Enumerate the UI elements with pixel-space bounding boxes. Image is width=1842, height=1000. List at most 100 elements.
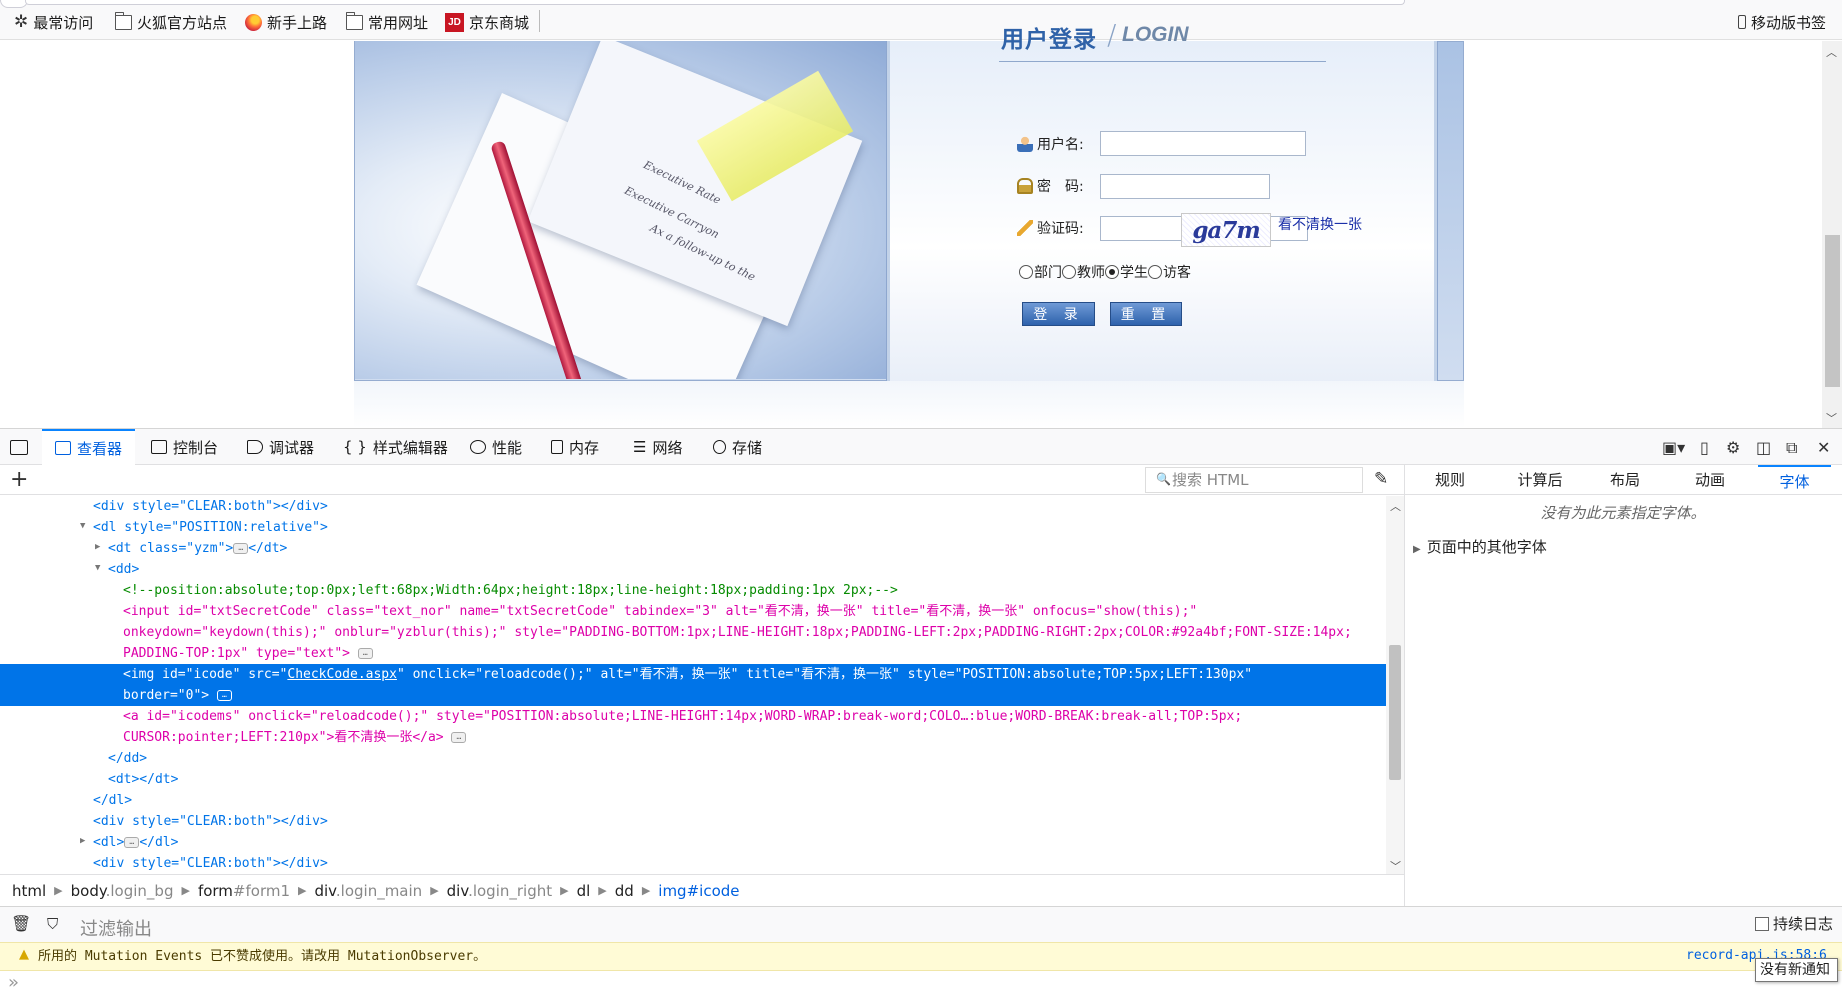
tab-storage[interactable]: 存储 <box>713 429 762 465</box>
filter-icon[interactable]: ⛉ <box>47 915 58 933</box>
bookmark-label: 常用网址 <box>368 13 429 32</box>
radio-button[interactable] <box>1062 265 1076 279</box>
markup-line[interactable]: <dt></dt> <box>0 769 1386 790</box>
breadcrumb-item[interactable]: dd <box>615 882 634 900</box>
tab-inspector[interactable]: 查看器 <box>42 429 136 465</box>
breadcrumb-item[interactable]: div.login_right <box>447 882 552 900</box>
reset-button[interactable]: 重 置 <box>1110 302 1182 326</box>
url-bar-edge[interactable] <box>25 0 1405 5</box>
mobile-bookmarks[interactable]: 移动版书签 <box>1738 12 1826 32</box>
folder-icon <box>114 11 132 30</box>
frame-select-icon[interactable]: ▣▾ <box>1662 438 1685 457</box>
bookmark-jd[interactable]: JD 京东商城 <box>445 12 529 32</box>
refresh-captcha-link[interactable]: 看不清换一张 <box>1278 214 1362 234</box>
breadcrumb-item[interactable]: dl <box>577 882 591 900</box>
element-picker-button[interactable] <box>10 429 28 465</box>
src-link[interactable]: CheckCode.aspx <box>287 667 397 682</box>
scroll-down-icon[interactable]: ﹀ <box>1390 858 1401 874</box>
collapsed-triangle-icon[interactable]: ▶ <box>80 836 85 846</box>
password-input[interactable] <box>1100 174 1270 199</box>
breadcrumb-item-current[interactable]: img#icode <box>658 882 739 900</box>
tab-console[interactable]: 控制台 <box>151 429 218 465</box>
collapsed-triangle-icon[interactable]: ▶ <box>95 542 100 552</box>
tab-rules[interactable]: 规则 <box>1415 465 1485 495</box>
tab-debugger[interactable]: 调试器 <box>247 429 314 465</box>
other-fonts-toggle[interactable]: ▶ 页面中的其他字体 <box>1413 536 1547 557</box>
add-node-icon[interactable]: + <box>10 467 28 492</box>
tab-style-editor[interactable]: { } 样式编辑器 <box>343 429 448 465</box>
radio-button-selected[interactable] <box>1105 265 1119 279</box>
markup-scrollbar-thumb[interactable] <box>1389 645 1401 780</box>
trash-icon[interactable]: 🗑 <box>11 914 31 933</box>
settings-gear-icon[interactable]: ⚙ <box>1726 438 1740 457</box>
persist-logs-checkbox[interactable]: 持续日志 <box>1755 913 1833 934</box>
tab-layout[interactable]: 布局 <box>1590 465 1660 495</box>
markup-comment[interactable]: <!--position:absolute;top:0px;left:68px;… <box>0 580 1386 601</box>
event-badge[interactable]: … <box>357 648 373 659</box>
login-button[interactable]: 登 录 <box>1022 302 1095 326</box>
role-option[interactable]: 部门 <box>1019 262 1062 282</box>
markup-line[interactable]: <a id="icodems" onclick="reloadcode();" … <box>0 706 1386 727</box>
tab-memory[interactable]: 内存 <box>551 429 599 465</box>
markup-line[interactable]: </dd> <box>0 748 1386 769</box>
markup-line[interactable]: PADDING-TOP:1px" type="text"> … <box>0 643 1386 664</box>
markup-line[interactable]: <div style="CLEAR:both"></div> <box>0 811 1386 832</box>
markup-line[interactable]: <div style="CLEAR:both"></div> <box>0 853 1386 874</box>
tab-network[interactable]: ☰ 网络 <box>633 429 682 465</box>
bookmark-getting-started[interactable]: 新手上路 <box>245 12 327 32</box>
title-underline <box>999 61 1326 62</box>
captcha-image[interactable]: ga7m <box>1181 213 1271 247</box>
memory-icon <box>551 440 563 454</box>
breadcrumb-item[interactable]: div.login_main <box>314 882 422 900</box>
markup-line[interactable]: <div style="CLEAR:both"></div> <box>0 496 1386 517</box>
bookmark-firefox-sites[interactable]: 火狐官方站点 <box>114 11 227 32</box>
back-button-edge[interactable] <box>0 0 28 8</box>
scroll-down-icon[interactable]: ﹀ <box>1826 410 1837 426</box>
markup-line-selected[interactable]: border="0"> … <box>0 685 1386 706</box>
markup-line[interactable]: <dd> <box>0 559 1386 580</box>
filter-output-input[interactable]: 过滤输出 <box>80 915 152 941</box>
tab-animations[interactable]: 动画 <box>1675 465 1745 495</box>
role-option[interactable]: 学生 <box>1105 262 1148 282</box>
close-icon[interactable]: ✕ <box>1817 438 1830 457</box>
scroll-up-icon[interactable]: ︿ <box>1390 498 1401 514</box>
role-option[interactable]: 教师 <box>1062 262 1105 282</box>
bookmark-common-sites[interactable]: 常用网址 <box>345 11 429 32</box>
bookmark-most-visited[interactable]: ✲ 最常访问 <box>14 12 93 32</box>
radio-button[interactable] <box>1019 265 1033 279</box>
collapsed-ellipsis[interactable]: … <box>233 543 249 554</box>
markup-line[interactable]: <input id="txtSecretCode" class="text_no… <box>0 601 1386 622</box>
breadcrumb-item[interactable]: body.login_bg <box>71 882 174 900</box>
breadcrumb-item[interactable]: form#form1 <box>198 882 290 900</box>
scroll-up-icon[interactable]: ︿ <box>1826 44 1837 60</box>
search-html-input[interactable]: 搜索 HTML <box>1145 467 1363 493</box>
role-label: 访客 <box>1163 265 1191 281</box>
tab-computed[interactable]: 计算后 <box>1500 465 1580 495</box>
tab-performance[interactable]: 性能 <box>470 429 522 465</box>
collapsed-ellipsis[interactable]: … <box>124 837 140 848</box>
markup-line[interactable]: <dl style="POSITION:relative"> <box>0 517 1386 538</box>
username-input[interactable] <box>1100 131 1306 156</box>
tab-fonts[interactable]: 字体 <box>1758 465 1831 495</box>
markup-line[interactable]: onkeydown="keydown(this);" onblur="yzblu… <box>0 622 1386 643</box>
breadcrumb-item[interactable]: html <box>12 882 46 900</box>
markup-line[interactable]: </dl> <box>0 790 1386 811</box>
event-badge[interactable]: … <box>451 732 467 743</box>
markup-line[interactable]: CURSOR:pointer;LEFT:210px">看不清换一张</a> … <box>0 727 1386 748</box>
captcha-label: 验证码: <box>1037 221 1084 237</box>
dock-side-icon[interactable]: ◫ <box>1756 438 1771 457</box>
expanded-triangle-icon[interactable]: ▼ <box>80 521 85 531</box>
event-badge[interactable]: … <box>216 690 232 701</box>
expanded-triangle-icon[interactable]: ▼ <box>95 563 100 573</box>
radio-button[interactable] <box>1148 265 1162 279</box>
markup-line-selected[interactable]: <img id="icode" src="CheckCode.aspx" onc… <box>0 664 1386 685</box>
separate-window-icon[interactable]: ⧉ <box>1786 438 1797 458</box>
markup-line[interactable]: <dl>… </dl> <box>0 832 1386 853</box>
markup-line[interactable]: <dt class="yzm">… </dt> <box>0 538 1386 559</box>
responsive-design-icon[interactable]: ▯ <box>1700 438 1709 457</box>
eyedropper-icon[interactable]: ✎ <box>1374 469 1388 489</box>
role-option[interactable]: 访客 <box>1148 262 1191 282</box>
page-scrollbar-thumb[interactable] <box>1825 235 1840 387</box>
checkbox[interactable] <box>1755 916 1769 931</box>
console-prompt-icon[interactable]: » <box>8 972 19 993</box>
